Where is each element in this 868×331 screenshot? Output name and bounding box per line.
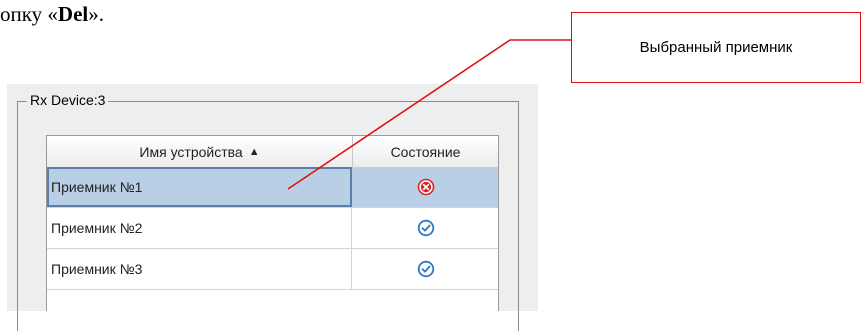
error-x-icon (417, 178, 434, 196)
column-header-name[interactable]: Имя устройства ▲ (47, 136, 353, 167)
check-icon (417, 260, 434, 278)
callout-box: Выбранный приемник (571, 12, 861, 83)
group-title: Rx Device:3 (27, 92, 109, 108)
device-name: Приемник №2 (51, 220, 143, 236)
column-header-name-label: Имя устройства (139, 143, 243, 160)
document-text-bold: Del (57, 2, 89, 26)
check-icon (417, 219, 434, 237)
device-name-cell: Приемник №1 (47, 167, 352, 207)
document-text: опку «Del». (0, 2, 104, 27)
device-name-cell: Приемник №3 (47, 249, 352, 289)
device-name: Приемник №1 (51, 179, 143, 195)
table-row[interactable]: Приемник №2 (47, 208, 498, 249)
column-header-state-label: Состояние (390, 143, 461, 160)
column-header-state[interactable]: Состояние (353, 136, 498, 167)
table-row[interactable]: Приемник №3 (47, 249, 498, 290)
device-name-cell: Приемник №2 (47, 208, 352, 248)
table-header: Имя устройства ▲ Состояние (47, 136, 498, 168)
device-name: Приемник №3 (51, 261, 143, 277)
status-cell (353, 167, 498, 207)
status-cell (353, 249, 498, 289)
document-text-suffix: ». (88, 2, 104, 26)
sort-ascending-icon: ▲ (248, 145, 260, 158)
callout-label: Выбранный приемник (639, 39, 793, 56)
table-row[interactable]: Приемник №1 (47, 167, 498, 208)
document-text-prefix: опку « (0, 2, 58, 26)
status-cell (353, 208, 498, 248)
